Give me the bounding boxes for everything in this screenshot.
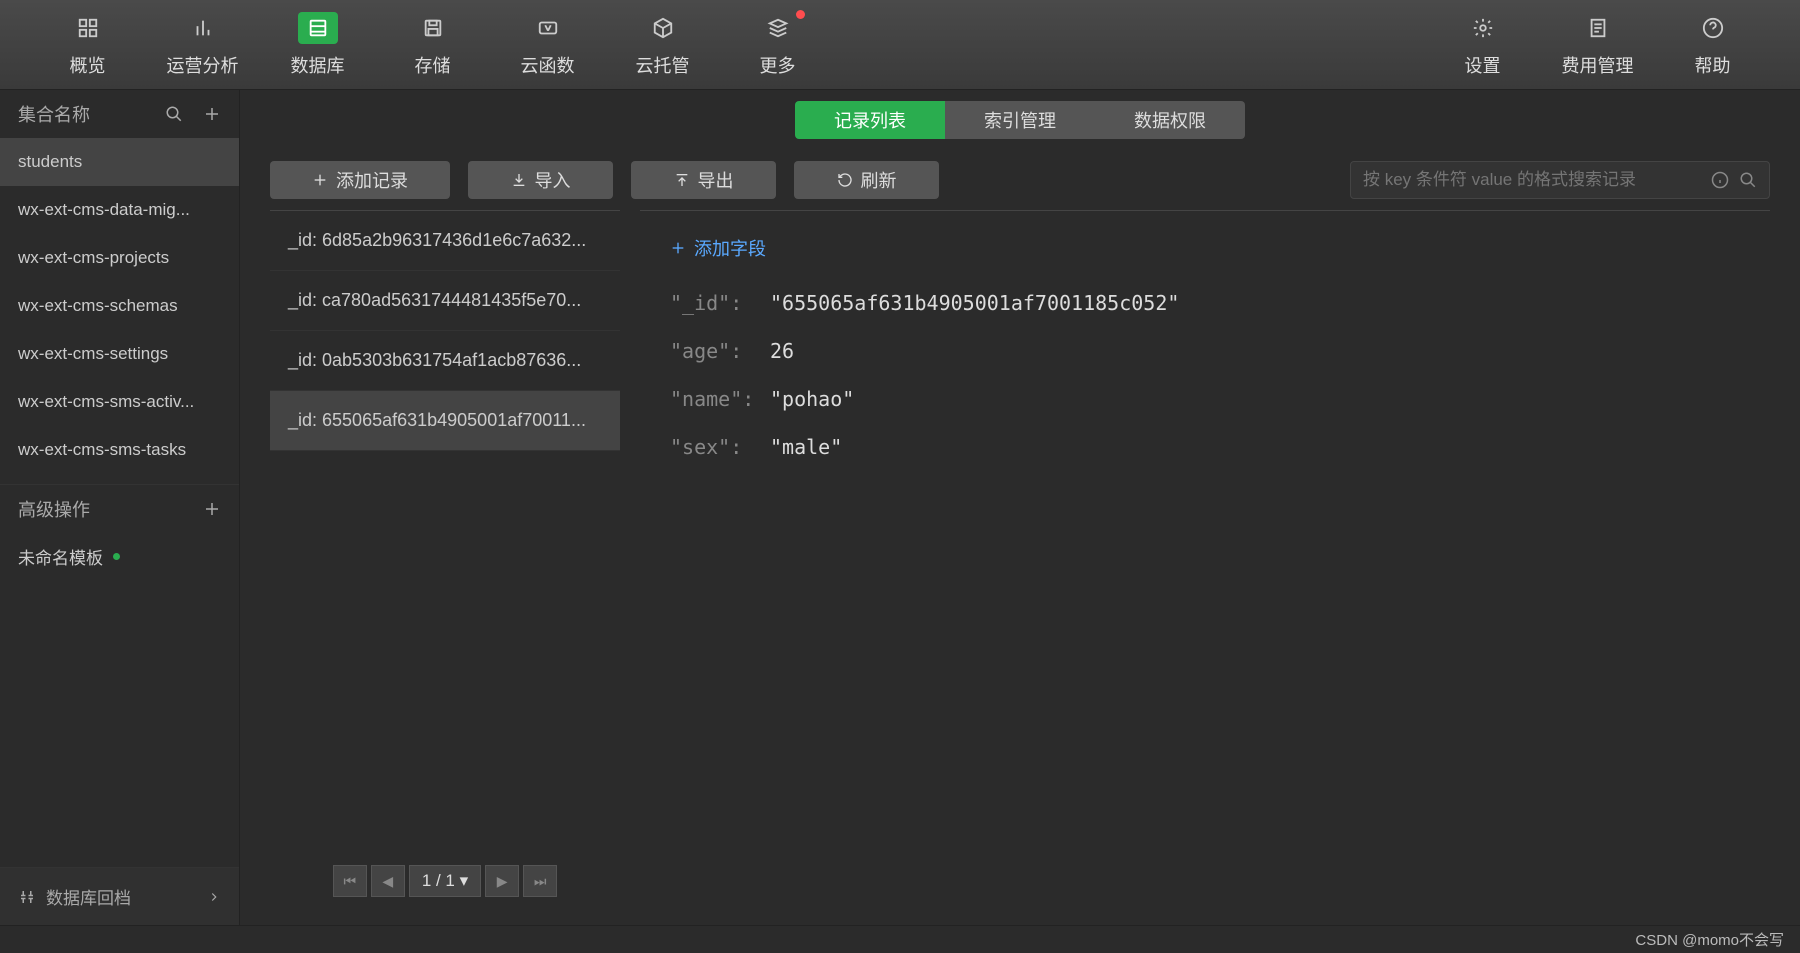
cube-icon (643, 12, 683, 44)
field-row[interactable]: "_id":"655065af631b4905001af7001185c052" (670, 291, 1740, 315)
nav-label: 云托管 (636, 52, 690, 78)
nav-label: 概览 (70, 52, 106, 78)
nav-left-5[interactable]: 云托管 (605, 5, 720, 85)
collection-item[interactable]: wx-ext-cms-sms-activ... (0, 378, 239, 426)
collection-item[interactable]: wx-ext-cms-sms-tasks (0, 426, 239, 474)
nav-right-1[interactable]: 费用管理 (1540, 5, 1655, 85)
sidebar: 集合名称 studentswx-ext-cms-data-mig...wx-ex… (0, 90, 240, 925)
page-last-button[interactable]: ⏭ (523, 865, 557, 897)
add-template-icon[interactable] (203, 500, 221, 518)
nav-label: 云函数 (521, 52, 575, 78)
db-rollback-button[interactable]: 数据库回档 (0, 867, 239, 925)
search-icon[interactable] (165, 105, 183, 123)
field-row[interactable]: "age":26 (670, 339, 1740, 363)
notification-badge (796, 10, 805, 19)
nav-right-0[interactable]: 设置 (1425, 5, 1540, 85)
nav-left-6[interactable]: 更多 (720, 5, 835, 85)
collections-header: 集合名称 (0, 90, 239, 138)
collection-item[interactable]: wx-ext-cms-schemas (0, 282, 239, 330)
search-field[interactable] (1363, 170, 1711, 190)
record-item[interactable]: _id: 6d85a2b96317436d1e6c7a632... (270, 211, 620, 271)
footer-watermark: CSDN @momo不会写 (0, 925, 1800, 953)
field-row[interactable]: "sex":"male" (670, 435, 1740, 459)
nav-left-2[interactable]: 数据库 (260, 5, 375, 85)
field-value: "male" (770, 435, 842, 459)
field-key: "age": (670, 339, 770, 363)
refresh-button[interactable]: 刷新 (794, 161, 939, 199)
gear-icon (1463, 12, 1503, 44)
status-dot-icon (113, 553, 120, 560)
add-collection-icon[interactable] (203, 105, 221, 123)
nav-label: 帮助 (1695, 52, 1731, 78)
help-icon (1693, 12, 1733, 44)
nav-left-3[interactable]: 存储 (375, 5, 490, 85)
collection-item[interactable]: wx-ext-cms-settings (0, 330, 239, 378)
tab-0[interactable]: 记录列表 (795, 101, 945, 139)
record-item[interactable]: _id: ca780ad5631744481435f5e70... (270, 271, 620, 331)
bars-icon (183, 12, 223, 44)
record-item[interactable]: _id: 0ab5303b631754af1acb87636... (270, 331, 620, 391)
info-icon[interactable] (1711, 171, 1729, 189)
tab-1[interactable]: 索引管理 (945, 101, 1095, 139)
field-value: "655065af631b4905001af7001185c052" (770, 291, 1179, 315)
nav-label: 数据库 (291, 52, 345, 78)
stack-icon (758, 12, 798, 44)
receipt-icon (1578, 12, 1618, 44)
grid-icon (68, 12, 108, 44)
nav-label: 费用管理 (1562, 52, 1634, 78)
nav-label: 存储 (415, 52, 451, 78)
nav-label: 更多 (760, 52, 796, 78)
advanced-title: 高级操作 (18, 496, 90, 522)
field-value: "pohao" (770, 387, 854, 411)
search-input[interactable] (1350, 161, 1770, 199)
nav-label: 设置 (1465, 52, 1501, 78)
chevron-right-icon (207, 890, 221, 904)
nav-left-4[interactable]: 云函数 (490, 5, 605, 85)
import-button[interactable]: 导入 (468, 161, 613, 199)
db-icon (298, 12, 338, 44)
nav-right-2[interactable]: 帮助 (1655, 5, 1770, 85)
rollback-label: 数据库回档 (46, 884, 131, 909)
tab-2[interactable]: 数据权限 (1095, 101, 1245, 139)
collections-title: 集合名称 (18, 101, 90, 127)
field-key: "sex": (670, 435, 770, 459)
collection-item[interactable]: students (0, 138, 239, 186)
field-key: "_id": (670, 291, 770, 315)
top-nav: 概览 运营分析 数据库 存储 云函数 云托管 更多 设置 费用管理 帮助 (0, 0, 1800, 90)
collection-item[interactable]: wx-ext-cms-data-mig... (0, 186, 239, 234)
nav-left-1[interactable]: 运营分析 (145, 5, 260, 85)
search-go-icon[interactable] (1739, 171, 1757, 189)
add-record-button[interactable]: 添加记录 (270, 161, 450, 199)
pagination: ⏮ ◀ 1 / 1 ▾ ▶ ⏭ (270, 857, 620, 905)
save-icon (413, 12, 453, 44)
field-key: "name": (670, 387, 770, 411)
template-item[interactable]: 未命名模板 (0, 532, 239, 580)
page-next-button[interactable]: ▶ (485, 865, 519, 897)
advanced-header: 高级操作 (0, 484, 239, 532)
nav-label: 运营分析 (167, 52, 239, 78)
field-value: 26 (770, 339, 794, 363)
record-item[interactable]: _id: 655065af631b4905001af70011... (270, 391, 620, 451)
page-first-button[interactable]: ⏮ (333, 865, 367, 897)
nav-left-0[interactable]: 概览 (30, 5, 145, 85)
template-label: 未命名模板 (18, 544, 103, 569)
page-label[interactable]: 1 / 1 ▾ (409, 865, 481, 897)
add-field-button[interactable]: 添加字段 (670, 235, 1740, 261)
fx-icon (528, 12, 568, 44)
export-button[interactable]: 导出 (631, 161, 776, 199)
collection-item[interactable]: wx-ext-cms-projects (0, 234, 239, 282)
page-prev-button[interactable]: ◀ (371, 865, 405, 897)
field-row[interactable]: "name":"pohao" (670, 387, 1740, 411)
records-column: _id: 6d85a2b96317436d1e6c7a632..._id: ca… (270, 210, 620, 905)
record-detail: 添加字段 "_id":"655065af631b4905001af7001185… (640, 210, 1770, 905)
